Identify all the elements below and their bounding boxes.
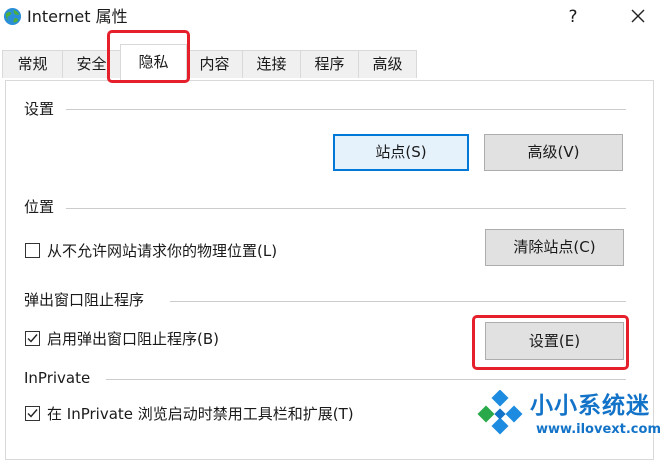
settings-separator: [66, 109, 626, 110]
inprivate-checkbox-label: 在 InPrivate 浏览启动时禁用工具栏和扩展(T): [47, 405, 354, 423]
location-checkbox-label: 从不允许网站请求你的物理位置(L): [47, 242, 278, 260]
location-group-label: 位置: [24, 198, 55, 216]
location-checkbox-row[interactable]: 从不允许网站请求你的物理位置(L): [25, 241, 325, 263]
checkmark-icon: [27, 409, 38, 418]
highlight-box-privacy-tab: [107, 30, 190, 83]
tab-programs[interactable]: 程序: [300, 50, 359, 78]
watermark-brand: 小小系统迷: [530, 393, 650, 419]
popup-group-label: 弹出窗口阻止程序: [24, 291, 145, 309]
location-checkbox[interactable]: [25, 243, 40, 258]
inprivate-checkbox[interactable]: [25, 406, 40, 421]
popup-checkbox[interactable]: [25, 331, 40, 346]
inprivate-separator: [106, 379, 626, 380]
watermark: 小小系统迷 www.ilovext.com: [470, 388, 660, 447]
brand-logo-icon: [477, 390, 523, 435]
popup-checkbox-row[interactable]: 启用弹出窗口阻止程序(B): [25, 329, 265, 351]
inprivate-checkbox-row[interactable]: 在 InPrivate 浏览启动时禁用工具栏和扩展(T): [25, 404, 445, 426]
inprivate-group-label: InPrivate: [24, 369, 91, 387]
tab-general[interactable]: 常规: [2, 50, 63, 78]
location-separator: [66, 208, 626, 209]
tab-advanced[interactable]: 高级: [358, 50, 417, 78]
help-button[interactable]: ?: [560, 4, 586, 30]
checkmark-icon: [27, 334, 38, 343]
settings-group-label: 设置: [24, 100, 55, 118]
internet-globe-icon: [3, 7, 22, 26]
popup-separator: [170, 301, 626, 302]
close-icon[interactable]: [624, 4, 652, 30]
advanced-button[interactable]: 高级(V): [484, 134, 623, 171]
clear-sites-button[interactable]: 清除站点(C): [485, 229, 624, 266]
highlight-box-popup-settings: [472, 315, 629, 370]
window-title: Internet 属性: [27, 7, 128, 26]
sites-button[interactable]: 站点(S): [333, 134, 469, 171]
title-bar: Internet 属性 ?: [0, 0, 660, 36]
popup-checkbox-label: 启用弹出窗口阻止程序(B): [47, 330, 219, 348]
tab-connections[interactable]: 连接: [242, 50, 301, 78]
watermark-url: www.ilovext.com: [536, 422, 660, 437]
tab-content[interactable]: 内容: [186, 50, 243, 78]
